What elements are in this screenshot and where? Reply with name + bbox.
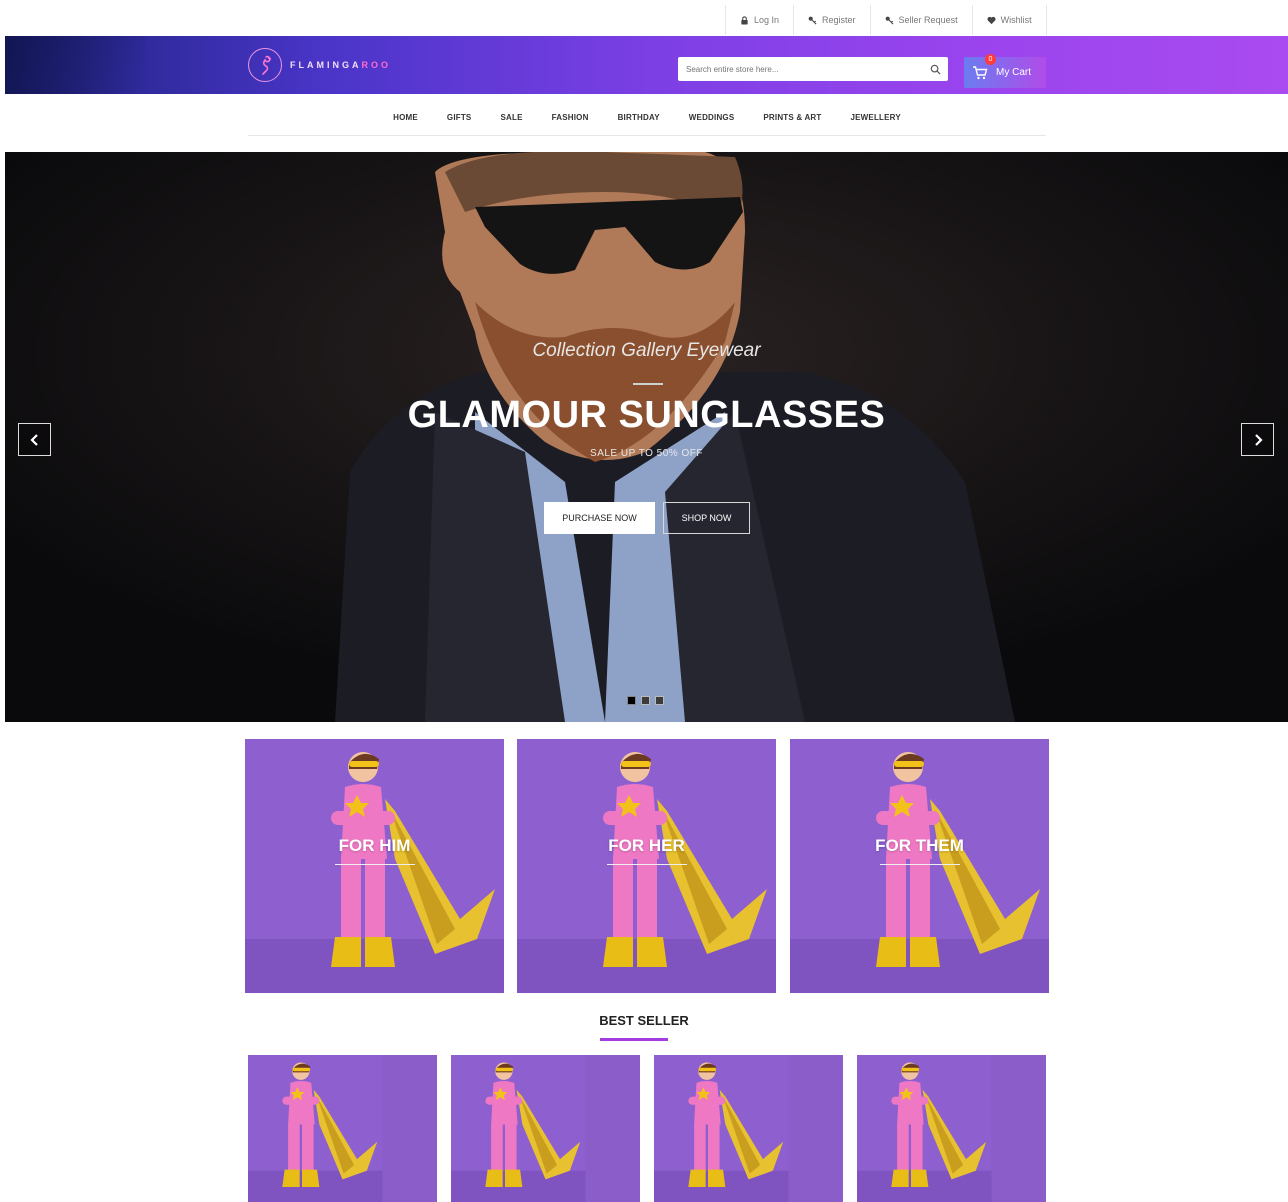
search-button[interactable] bbox=[922, 57, 948, 81]
shop-now-button[interactable]: SHOP NOW bbox=[663, 502, 750, 534]
brand-name-a: FLAMINGA bbox=[290, 60, 362, 70]
category-image bbox=[245, 739, 504, 993]
slider-dot-1[interactable] bbox=[627, 696, 636, 705]
hero-title: GLAMOUR SUNGLASSES bbox=[407, 394, 886, 436]
category-label: FOR THEM bbox=[875, 836, 964, 855]
seller-request-link[interactable]: Seller Request bbox=[871, 5, 973, 35]
category-image bbox=[517, 739, 776, 993]
site-logo[interactable]: FLAMINGAROO bbox=[248, 48, 391, 82]
product-card[interactable] bbox=[857, 1055, 1046, 1202]
hero-subtitle: Collection Gallery Eyewear bbox=[532, 340, 761, 361]
product-image bbox=[654, 1055, 843, 1202]
best-seller-underline bbox=[600, 1038, 668, 1041]
nav-item-gifts[interactable]: GIFTS bbox=[447, 113, 472, 122]
nav-item-weddings[interactable]: WEDDINGS bbox=[689, 113, 735, 122]
purchase-now-button[interactable]: PURCHASE NOW bbox=[544, 502, 655, 534]
category-tile-for-her[interactable]: FOR HER bbox=[517, 739, 776, 993]
category-label: FOR HER bbox=[608, 836, 685, 855]
cart-button[interactable]: 0 My Cart bbox=[964, 54, 1046, 88]
lock-icon bbox=[741, 15, 748, 25]
best-seller-title: BEST SELLER bbox=[599, 1013, 689, 1028]
hero-image bbox=[5, 152, 1288, 722]
category-tile-for-them[interactable]: FOR THEM bbox=[790, 739, 1049, 993]
nav-item-sale[interactable]: SALE bbox=[500, 113, 522, 122]
search-input[interactable] bbox=[678, 57, 922, 81]
key-icon bbox=[885, 16, 894, 24]
cart-label: My Cart bbox=[996, 67, 1031, 78]
nav-item-prints-art[interactable]: PRINTS & ART bbox=[763, 113, 821, 122]
cart-icon bbox=[973, 65, 988, 79]
site-header: FLAMINGAROO 0 My Cart bbox=[5, 36, 1288, 94]
header-shade bbox=[5, 36, 145, 94]
wishlist-label: Wishlist bbox=[1000, 15, 1032, 25]
nav-item-fashion[interactable]: FASHION bbox=[552, 113, 589, 122]
slider-next-button[interactable] bbox=[1241, 423, 1274, 456]
category-image bbox=[790, 739, 1049, 993]
nav-item-birthday[interactable]: BIRTHDAY bbox=[618, 113, 660, 122]
slider-dots bbox=[627, 696, 664, 705]
product-card[interactable] bbox=[451, 1055, 640, 1202]
hero-slider: Collection Gallery Eyewear GLAMOUR SUNGL… bbox=[5, 152, 1288, 722]
register-link[interactable]: Register bbox=[794, 5, 871, 35]
nav-item-jewellery[interactable]: JEWELLERY bbox=[851, 113, 901, 122]
main-nav: HOME GIFTS SALE FASHION BIRTHDAY WEDDING… bbox=[248, 100, 1046, 136]
category-underline bbox=[607, 864, 687, 865]
search-icon bbox=[930, 64, 941, 75]
heart-icon bbox=[987, 16, 996, 24]
product-card[interactable] bbox=[248, 1055, 437, 1202]
wishlist-link[interactable]: Wishlist bbox=[973, 5, 1047, 35]
chevron-right-icon bbox=[1254, 433, 1263, 446]
slider-dot-3[interactable] bbox=[655, 696, 664, 705]
login-label: Log In bbox=[754, 15, 780, 25]
slider-dot-2[interactable] bbox=[641, 696, 650, 705]
slider-prev-button[interactable] bbox=[18, 423, 51, 456]
hero-divider bbox=[633, 383, 663, 385]
search-bar bbox=[678, 57, 948, 81]
nav-item-home[interactable]: HOME bbox=[393, 113, 418, 122]
category-label: FOR HIM bbox=[338, 836, 411, 855]
hero-sale-text: SALE UP TO 50% OFF bbox=[590, 448, 703, 459]
key-icon bbox=[808, 16, 817, 24]
product-image bbox=[451, 1055, 640, 1202]
login-link[interactable]: Log In bbox=[726, 5, 795, 35]
category-tile-for-him[interactable]: FOR HIM bbox=[245, 739, 504, 993]
product-image bbox=[248, 1055, 437, 1202]
category-underline bbox=[335, 864, 415, 865]
register-label: Register bbox=[822, 15, 856, 25]
chevron-left-icon bbox=[29, 433, 38, 446]
category-underline bbox=[880, 864, 960, 865]
cart-count-badge: 0 bbox=[985, 54, 996, 65]
seller-request-label: Seller Request bbox=[898, 15, 958, 25]
product-image bbox=[857, 1055, 1046, 1202]
product-card[interactable] bbox=[654, 1055, 843, 1202]
flamingo-logo-icon bbox=[248, 48, 282, 82]
top-utility-bar: Log In Register Seller Request Wishlist bbox=[725, 5, 1047, 35]
brand-name: FLAMINGAROO bbox=[290, 60, 391, 70]
brand-name-b: ROO bbox=[361, 60, 392, 70]
